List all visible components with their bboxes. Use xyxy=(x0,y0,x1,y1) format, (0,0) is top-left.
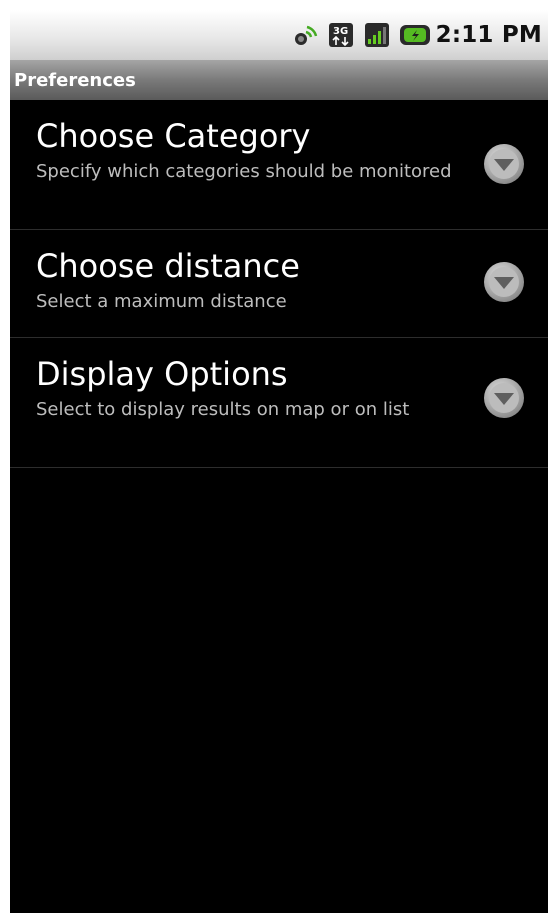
preference-title: Choose Category xyxy=(36,117,311,155)
dropdown-arrow-icon[interactable] xyxy=(482,260,526,304)
dropdown-arrow-icon[interactable] xyxy=(482,376,526,420)
preference-item-display-options[interactable]: Display Options Select to display result… xyxy=(10,338,548,468)
battery-icon xyxy=(399,22,430,48)
title-bar: Preferences xyxy=(10,60,548,100)
preference-list: Choose Category Specify which categories… xyxy=(10,100,548,468)
preference-summary: Select a maximum distance xyxy=(36,291,287,312)
dropdown-arrow-icon[interactable] xyxy=(482,142,526,186)
preference-item-choose-distance[interactable]: Choose distance Select a maximum distanc… xyxy=(10,230,548,338)
phone-screen: 3G 2:11 PM Preferences Choose Category S… xyxy=(10,10,548,913)
gps-signal-icon xyxy=(292,22,318,48)
page-title: Preferences xyxy=(14,69,136,91)
preference-summary: Select to display results on map or on l… xyxy=(36,399,410,420)
preference-summary: Specify which categories should be monit… xyxy=(36,161,452,182)
preference-title: Display Options xyxy=(36,355,288,393)
preference-title: Choose distance xyxy=(36,247,300,285)
status-bar: 3G 2:11 PM xyxy=(10,10,548,60)
3g-data-icon: 3G xyxy=(328,22,354,48)
preference-item-choose-category[interactable]: Choose Category Specify which categories… xyxy=(10,100,548,230)
svg-text:3G: 3G xyxy=(333,26,348,37)
status-time: 2:11 PM xyxy=(435,22,542,48)
signal-strength-icon xyxy=(364,22,390,48)
